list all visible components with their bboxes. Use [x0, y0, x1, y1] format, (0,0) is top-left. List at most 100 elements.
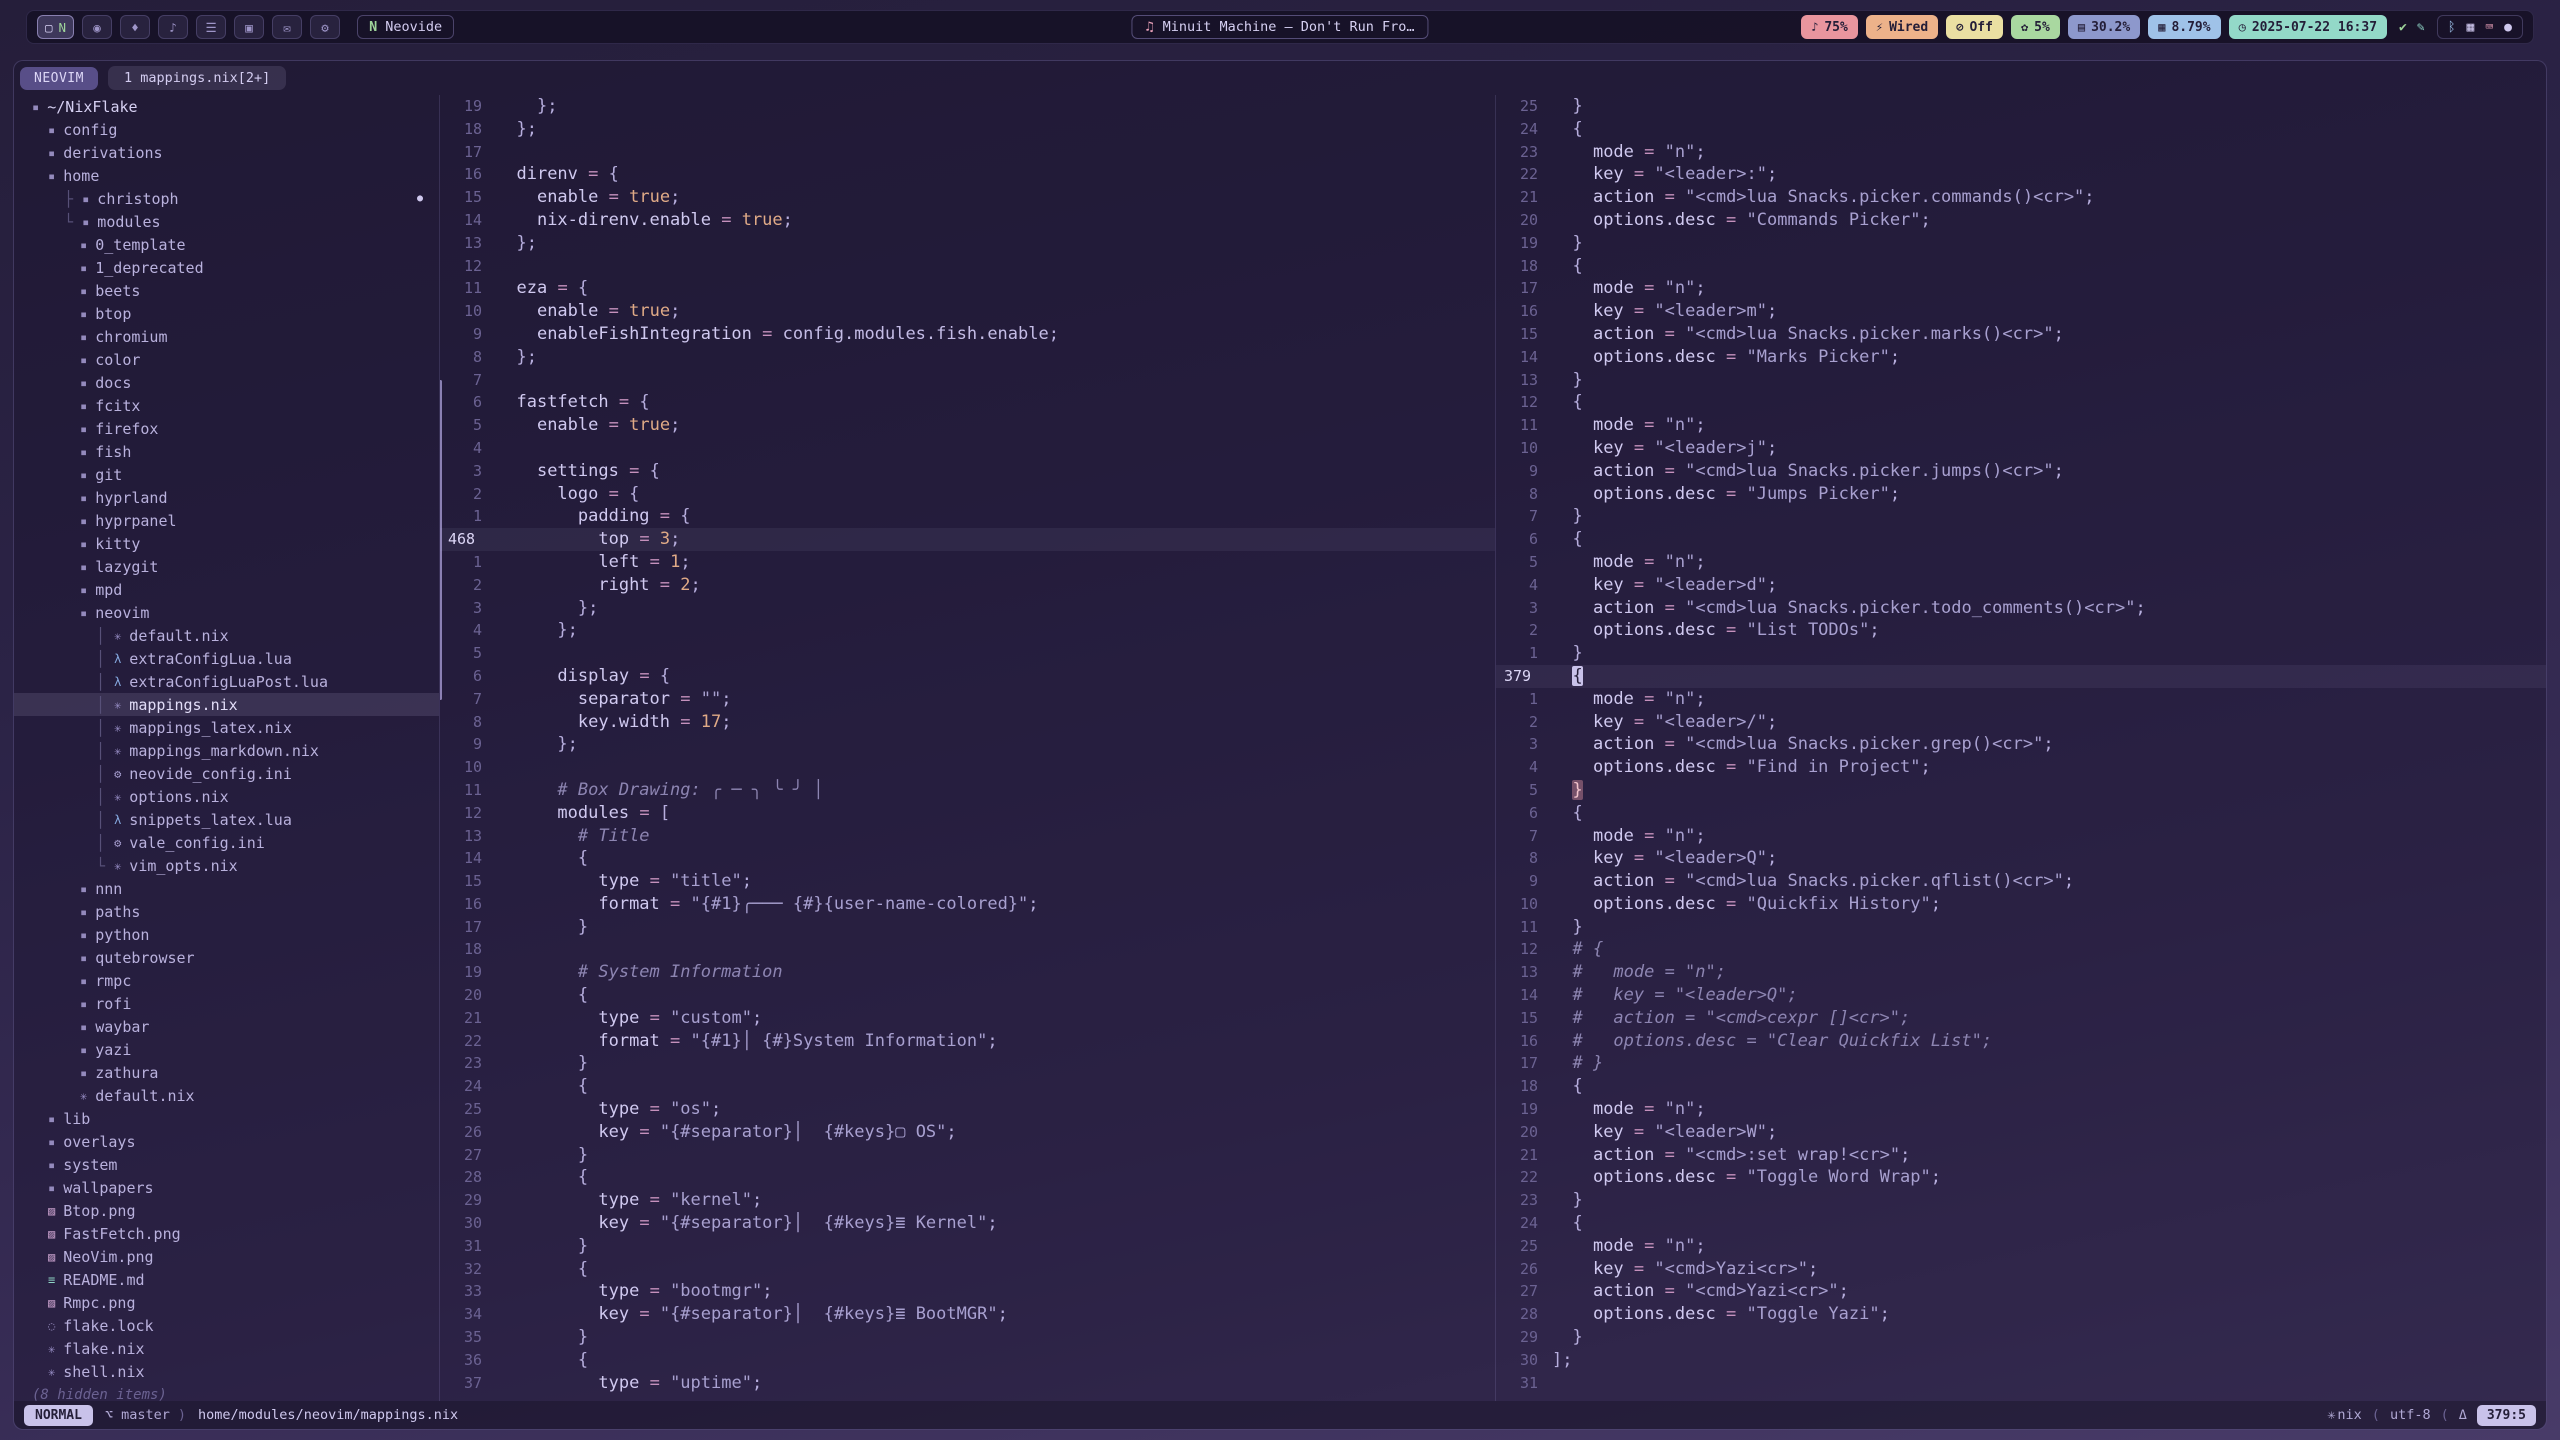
- workspace-5[interactable]: ☰: [196, 15, 226, 39]
- tree-item[interactable]: ▪paths: [14, 900, 439, 923]
- tree-item[interactable]: ▪firefox: [14, 417, 439, 440]
- tree-item[interactable]: ├ ▪christoph●: [14, 187, 439, 210]
- keyboard-icon[interactable]: ⌨: [2485, 20, 2493, 35]
- line-number: 24: [1496, 118, 1552, 141]
- tree-item[interactable]: ▪hyprpanel: [14, 509, 439, 532]
- tree-item[interactable]: │ λextraConfigLuaPost.lua: [14, 670, 439, 693]
- tree-item[interactable]: │ λextraConfigLua.lua: [14, 647, 439, 670]
- edit-icon[interactable]: ✎: [2417, 20, 2425, 35]
- tree-item[interactable]: ▨FastFetch.png: [14, 1222, 439, 1245]
- code-line: 16 # options.desc = "Clear Quickfix List…: [1496, 1030, 2546, 1053]
- line-number: 28: [440, 1166, 496, 1189]
- tree-item[interactable]: ▨NeoVim.png: [14, 1245, 439, 1268]
- tree-item[interactable]: ▪yazi: [14, 1038, 439, 1061]
- line-number: 22: [440, 1030, 496, 1053]
- tree-item[interactable]: ▪0_template: [14, 233, 439, 256]
- tree-item[interactable]: ▪rmpc: [14, 969, 439, 992]
- tree-item[interactable]: ✳flake.nix: [14, 1337, 439, 1360]
- workspace-7[interactable]: ✉: [272, 15, 302, 39]
- tree-item[interactable]: ▪rofi: [14, 992, 439, 1015]
- tree-item[interactable]: │ ⚙vale_config.ini: [14, 831, 439, 854]
- scroll-indicator[interactable]: [439, 380, 442, 700]
- tree-item[interactable]: ▨Rmpc.png: [14, 1291, 439, 1314]
- memory-module[interactable]: ▤30.2%: [2068, 15, 2140, 39]
- tree-item[interactable]: ▪fcitx: [14, 394, 439, 417]
- tab-mappings-nix[interactable]: 1 mappings.nix[2+]: [108, 66, 286, 90]
- ini-file-icon: ⚙: [114, 767, 121, 781]
- tree-item[interactable]: ▪config: [14, 118, 439, 141]
- tree-item[interactable]: ▪~/NixFlake: [14, 95, 439, 118]
- folder-icon: ▪: [80, 514, 87, 528]
- line-number: 13: [1496, 961, 1552, 984]
- media-title: Minuit Machine – Don't Run Fro…: [1163, 19, 1415, 35]
- workspace-4[interactable]: ♪: [158, 15, 188, 39]
- workspace-2[interactable]: ◉: [82, 15, 112, 39]
- tree-item[interactable]: │ λsnippets_latex.lua: [14, 808, 439, 831]
- tree-item[interactable]: ▪chromium: [14, 325, 439, 348]
- tree-item[interactable]: ▪derivations: [14, 141, 439, 164]
- focused-window-widget[interactable]: N Neovide: [357, 15, 454, 39]
- tree-item[interactable]: │ ✳default.nix: [14, 624, 439, 647]
- tree-item[interactable]: ▪hyprland: [14, 486, 439, 509]
- tree-item[interactable]: ▪wallpapers: [14, 1176, 439, 1199]
- tree-item[interactable]: ▪system: [14, 1153, 439, 1176]
- line-number: 10: [440, 300, 496, 323]
- volume-module[interactable]: ♪75%: [1801, 15, 1858, 39]
- tree-item[interactable]: ≡README.md: [14, 1268, 439, 1291]
- tree-item[interactable]: ▪fish: [14, 440, 439, 463]
- line-number: 13: [440, 232, 496, 255]
- tree-item[interactable]: ▪python: [14, 923, 439, 946]
- workspace-6[interactable]: ▣: [234, 15, 264, 39]
- tree-item[interactable]: ▪beets: [14, 279, 439, 302]
- code-line: 29 type = "kernel";: [440, 1189, 1495, 1212]
- tree-item[interactable]: ▨Btop.png: [14, 1199, 439, 1222]
- tree-item[interactable]: ▪mpd: [14, 578, 439, 601]
- editor-middle[interactable]: 19 };18 };1716 direnv = {15 enable = tru…: [439, 95, 1495, 1401]
- code-line: 14 {: [440, 847, 1495, 870]
- tree-item[interactable]: ▪neovim: [14, 601, 439, 624]
- tree-item[interactable]: ▪lazygit: [14, 555, 439, 578]
- folder-icon: ▪: [80, 353, 87, 367]
- media-widget[interactable]: ♫ Minuit Machine – Don't Run Fro…: [1131, 15, 1428, 39]
- tree-item[interactable]: │ ✳options.nix: [14, 785, 439, 808]
- tree-item[interactable]: ◌flake.lock: [14, 1314, 439, 1337]
- workspace-1[interactable]: ▢N: [37, 15, 74, 39]
- workspace-3[interactable]: ♦: [120, 15, 150, 39]
- notifications-module[interactable]: ⊘Off: [1946, 15, 2003, 39]
- image-file-icon: ▨: [48, 1227, 55, 1241]
- battery-module[interactable]: ✿5%: [2011, 15, 2060, 39]
- tree-item[interactable]: └ ▪modules: [14, 210, 439, 233]
- code-line: 25 }: [1496, 95, 2546, 118]
- tree-item[interactable]: ▪docs: [14, 371, 439, 394]
- network-module[interactable]: ⚡Wired: [1866, 15, 1938, 39]
- tree-item[interactable]: ▪color: [14, 348, 439, 371]
- cpu-module[interactable]: ▦8.79%: [2148, 15, 2220, 39]
- code-line: 18 };: [440, 118, 1495, 141]
- tree-item[interactable]: │ ✳mappings.nix: [14, 693, 439, 716]
- tree-item[interactable]: ▪overlays: [14, 1130, 439, 1153]
- tree-item[interactable]: ▪btop: [14, 302, 439, 325]
- tree-item[interactable]: ▪git: [14, 463, 439, 486]
- tree-item[interactable]: ▪kitty: [14, 532, 439, 555]
- editor-right[interactable]: 25 }24 {23 mode = "n";22 key = "<leader>…: [1495, 95, 2546, 1401]
- tree-item[interactable]: ▪home: [14, 164, 439, 187]
- tree-item[interactable]: ▪nnn: [14, 877, 439, 900]
- tree-item[interactable]: └ ✳vim_opts.nix: [14, 854, 439, 877]
- display-icon[interactable]: ▦: [2467, 20, 2475, 35]
- bluetooth-icon[interactable]: ᛒ: [2448, 20, 2456, 35]
- clock-module[interactable]: ◷2025-07-22 16:37: [2229, 15, 2387, 39]
- code-line: 22 key = "<leader>:";: [1496, 163, 2546, 186]
- tree-item[interactable]: ▪1_deprecated: [14, 256, 439, 279]
- tree-item[interactable]: ✳shell.nix: [14, 1360, 439, 1383]
- tree-item[interactable]: │ ✳mappings_latex.nix: [14, 716, 439, 739]
- notification-bell-icon[interactable]: ●: [2504, 20, 2512, 35]
- tree-item[interactable]: ▪lib: [14, 1107, 439, 1130]
- check-icon[interactable]: ✔: [2399, 20, 2407, 35]
- tree-item[interactable]: ▪qutebrowser: [14, 946, 439, 969]
- tree-item[interactable]: ▪zathura: [14, 1061, 439, 1084]
- tree-item[interactable]: │ ⚙neovide_config.ini: [14, 762, 439, 785]
- workspace-8[interactable]: ⚙: [310, 15, 340, 39]
- tree-item[interactable]: ▪waybar: [14, 1015, 439, 1038]
- tree-item[interactable]: ✳default.nix: [14, 1084, 439, 1107]
- tree-item[interactable]: │ ✳mappings_markdown.nix: [14, 739, 439, 762]
